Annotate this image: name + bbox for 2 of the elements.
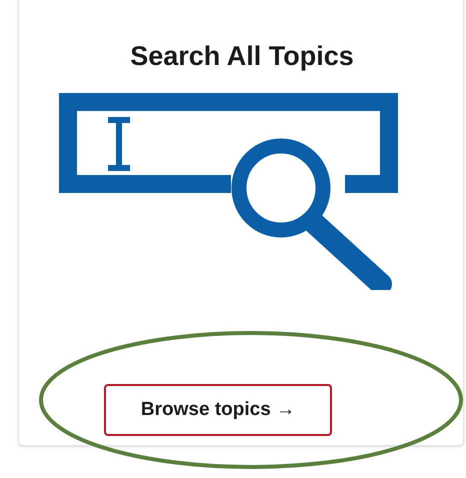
card-title: Search All Topics bbox=[130, 40, 354, 73]
browse-topics-button[interactable]: Browse topics → bbox=[104, 384, 332, 436]
